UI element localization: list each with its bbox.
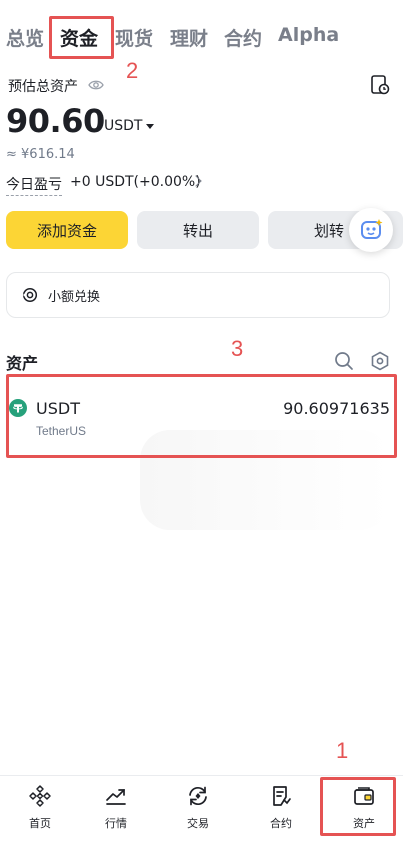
markets-chart-icon bbox=[106, 789, 126, 805]
ai-assistant-icon bbox=[361, 219, 383, 239]
assets-section-title: 资产 bbox=[6, 354, 39, 373]
convert-icon bbox=[22, 287, 38, 303]
annotation-box-2 bbox=[49, 16, 114, 59]
total-balance: 90.60 bbox=[6, 102, 105, 140]
asset-symbol: USDT bbox=[36, 399, 80, 418]
annotation-number-1: 1 bbox=[336, 738, 349, 763]
tab-earn[interactable]: 理财 bbox=[170, 24, 208, 51]
add-funds-button[interactable]: 添加资金 bbox=[6, 211, 128, 249]
ai-assistant-button[interactable] bbox=[349, 208, 393, 252]
annotation-number-3: 3 bbox=[231, 336, 244, 361]
settings-hexagon-icon[interactable] bbox=[370, 351, 390, 371]
nav-home-label: 首页 bbox=[29, 817, 51, 830]
nav-trade-label: 交易 bbox=[187, 817, 209, 830]
fiat-equivalent: ≈ ¥616.14 bbox=[6, 147, 75, 162]
nav-futures-label: 合约 bbox=[270, 817, 292, 830]
nav-trade[interactable]: 交易 bbox=[158, 776, 238, 845]
asset-full-name: TetherUS bbox=[36, 424, 87, 438]
eye-icon[interactable] bbox=[88, 78, 104, 92]
caret-down-icon[interactable] bbox=[146, 124, 154, 129]
today-pnl-label[interactable]: 今日盈亏 bbox=[6, 174, 62, 196]
trade-exchange-icon bbox=[189, 786, 207, 806]
futures-doc-icon bbox=[273, 786, 291, 806]
tab-spot[interactable]: 现货 bbox=[115, 24, 153, 51]
today-pnl-value[interactable]: +0 USDT(+0.00%) bbox=[70, 174, 201, 190]
annotation-box-1 bbox=[320, 777, 396, 836]
balance-unit-selector[interactable]: USDT bbox=[104, 118, 142, 134]
home-diamond-icon bbox=[29, 785, 51, 807]
small-convert-label[interactable]: 小额兑换 bbox=[48, 286, 100, 305]
asset-amount: 90.60971635 bbox=[283, 399, 390, 418]
withdraw-button[interactable]: 转出 bbox=[137, 211, 259, 249]
tab-alpha[interactable]: Alpha bbox=[278, 24, 339, 46]
nav-futures[interactable]: 合约 bbox=[241, 776, 321, 845]
search-icon[interactable] bbox=[334, 351, 354, 371]
usdt-coin-icon bbox=[9, 399, 27, 417]
tab-overview[interactable]: 总览 bbox=[6, 24, 44, 51]
history-record-icon[interactable] bbox=[370, 74, 390, 96]
nav-markets[interactable]: 行情 bbox=[76, 776, 156, 845]
annotation-number-2: 2 bbox=[126, 58, 139, 83]
nav-markets-label: 行情 bbox=[105, 817, 127, 830]
nav-home[interactable]: 首页 bbox=[0, 776, 80, 845]
estimated-total-label: 预估总资产 bbox=[8, 79, 78, 95]
tab-futures[interactable]: 合约 bbox=[224, 24, 262, 51]
